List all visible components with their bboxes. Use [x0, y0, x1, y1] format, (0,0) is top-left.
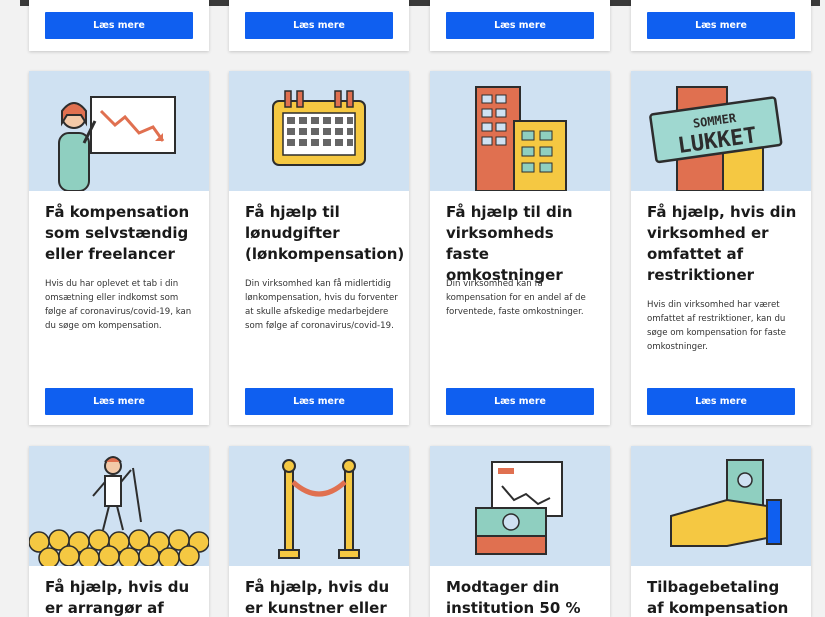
card-institution: Modtager din institution 50 % — [430, 446, 610, 617]
person-presenting-declining-chart-icon — [58, 96, 176, 191]
calendar-icon — [272, 90, 366, 166]
card-description: Hvis din virksomhed har været omfattet a… — [647, 300, 786, 352]
card-title: Få hjælp, hvis du er kunstner eller — [245, 578, 390, 617]
card-illustration: SOMMER LUKKET — [631, 71, 811, 191]
card-title: Få hjælp, hvis du er arrangør af større — [45, 578, 190, 617]
card-description: Hvis du har oplevet et tab i din omsætni… — [45, 279, 192, 331]
card-row0-3: Læs mere — [430, 0, 610, 51]
card-description: Din virksomhed kan få kompensation for e… — [446, 279, 586, 317]
card-row0-4: Læs mere — [631, 0, 811, 51]
card-self-employed: Få kompensation som selvstændig eller fr… — [29, 71, 209, 425]
closed-sign-building-icon: SOMMER LUKKET — [649, 86, 783, 191]
card-wage-compensation: Få hjælp til lønudgifter (lønkompensatio… — [229, 71, 409, 425]
card-illustration — [430, 446, 610, 566]
read-more-button[interactable]: Læs mere — [245, 388, 393, 415]
card-title: Få kompensation som selvstændig eller fr… — [45, 203, 190, 263]
read-more-button[interactable]: Læs mere — [647, 12, 795, 39]
card-title: Få hjælp, hvis din virksomhed er omfatte… — [647, 203, 797, 284]
card-title: Tilbagebetaling af kompensation — [647, 578, 789, 617]
card-illustration — [430, 71, 610, 191]
read-more-button[interactable]: Læs mere — [446, 12, 594, 39]
card-row0-2: Læs mere — [229, 0, 409, 51]
card-illustration — [631, 446, 811, 566]
card-restrictions: SOMMER LUKKET Få hjælp, hvis din virksom… — [631, 71, 811, 425]
read-more-button[interactable]: Læs mere — [647, 388, 795, 415]
read-more-button[interactable]: Læs mere — [45, 12, 193, 39]
card-title: Få hjælp til din virksomheds faste omkos… — [446, 203, 573, 284]
card-illustration — [229, 71, 409, 191]
card-event-organizer: Få hjælp, hvis du er arrangør af større — [29, 446, 209, 617]
performer-crowd-icon — [29, 456, 209, 566]
money-chart-icon — [475, 461, 563, 555]
card-artist: Få hjælp, hvis du er kunstner eller — [229, 446, 409, 617]
card-description: Din virksomhed kan få midlertidig lønkom… — [245, 279, 398, 331]
card-illustration — [29, 71, 209, 191]
card-title: Få hjælp til lønudgifter (lønkompensatio… — [245, 203, 405, 263]
card-title: Modtager din institution 50 % — [446, 578, 581, 617]
read-more-button[interactable]: Læs mere — [446, 388, 594, 415]
read-more-button[interactable]: Læs mere — [45, 388, 193, 415]
card-repayment: Tilbagebetaling af kompensation — [631, 446, 811, 617]
office-buildings-icon — [475, 86, 567, 191]
card-fixed-costs: Få hjælp til din virksomheds faste omkos… — [430, 71, 610, 425]
hand-with-money-icon — [670, 459, 782, 547]
read-more-button[interactable]: Læs mere — [245, 12, 393, 39]
card-illustration — [229, 446, 409, 566]
card-row0-1: Læs mere — [29, 0, 209, 51]
card-illustration — [29, 446, 209, 566]
velvet-rope-icon — [278, 459, 360, 559]
